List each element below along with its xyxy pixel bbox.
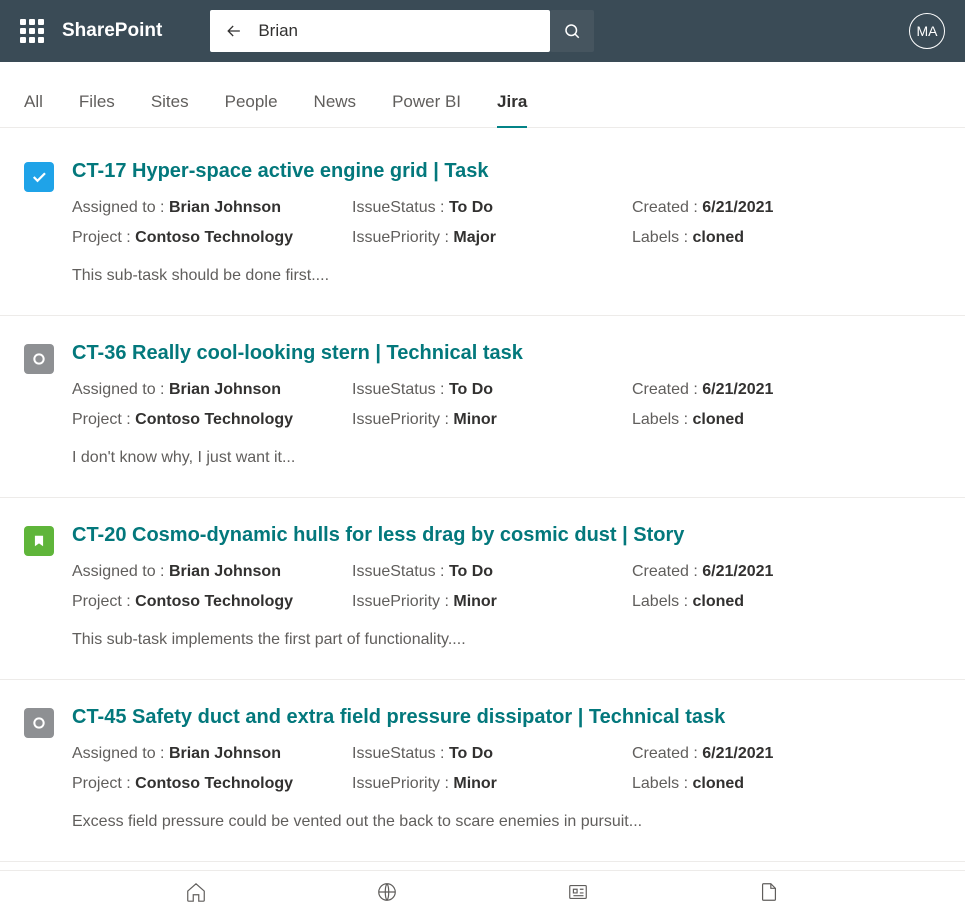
meta-status: IssueStatus : To Do	[352, 199, 632, 217]
meta-labels: Labels : cloned	[632, 229, 953, 247]
meta-status: IssueStatus : To Do	[352, 745, 632, 763]
meta-created: Created : 6/21/2021	[632, 563, 953, 581]
tab-jira[interactable]: Jira	[497, 92, 527, 128]
meta-status: IssueStatus : To Do	[352, 381, 632, 399]
meta-project: Project : Contoso Technology	[72, 411, 352, 429]
search-result: CT-20 Cosmo-dynamic hulls for less drag …	[0, 498, 965, 680]
app-launcher-icon[interactable]	[20, 19, 44, 43]
search-result: CT-17 Hyper-space active engine grid | T…	[0, 134, 965, 316]
search-icon	[563, 22, 581, 40]
avatar[interactable]: MA	[909, 13, 945, 49]
issue-type-task-icon	[24, 162, 54, 192]
result-title-link[interactable]: CT-36 Really cool-looking stern | Techni…	[72, 342, 523, 365]
nav-globe[interactable]	[376, 881, 398, 903]
search-result: CT-36 Really cool-looking stern | Techni…	[0, 316, 965, 498]
search-results: CT-17 Hyper-space active engine grid | T…	[0, 128, 965, 870]
meta-project: Project : Contoso Technology	[72, 775, 352, 793]
file-icon	[758, 881, 780, 903]
tab-files[interactable]: Files	[79, 92, 115, 128]
result-description: I don't know why, I just want it...	[72, 449, 953, 467]
app-name: SharePoint	[62, 20, 162, 42]
globe-icon	[376, 881, 398, 903]
result-title-link[interactable]: CT-45 Safety duct and extra field pressu…	[72, 706, 725, 729]
home-icon	[185, 881, 207, 903]
meta-labels: Labels : cloned	[632, 411, 953, 429]
app-header: SharePoint MA	[0, 0, 965, 62]
result-description: This sub-task should be done first....	[72, 267, 953, 285]
result-description: Excess field pressure could be vented ou…	[72, 813, 953, 831]
meta-created: Created : 6/21/2021	[632, 199, 953, 217]
search-input[interactable]	[258, 21, 536, 41]
meta-assigned-to: Assigned to : Brian Johnson	[72, 745, 352, 763]
result-title-link[interactable]: CT-17 Hyper-space active engine grid | T…	[72, 160, 489, 183]
news-icon	[567, 881, 589, 903]
meta-priority: IssuePriority : Minor	[352, 593, 632, 611]
meta-project: Project : Contoso Technology	[72, 229, 352, 247]
tab-news[interactable]: News	[314, 92, 357, 128]
tab-sites[interactable]: Sites	[151, 92, 189, 128]
result-description: This sub-task implements the first part …	[72, 631, 953, 649]
meta-labels: Labels : cloned	[632, 593, 953, 611]
meta-priority: IssuePriority : Major	[352, 229, 632, 247]
content-scroll[interactable]: All Files Sites People News Power BI Jira CT-1…	[0, 62, 965, 870]
meta-created: Created : 6/21/2021	[632, 745, 953, 763]
search-wrap	[210, 10, 594, 52]
meta-priority: IssuePriority : Minor	[352, 775, 632, 793]
search-box	[210, 10, 550, 52]
meta-project: Project : Contoso Technology	[72, 593, 352, 611]
back-arrow-icon[interactable]	[224, 21, 244, 41]
nav-files[interactable]	[758, 881, 780, 903]
meta-assigned-to: Assigned to : Brian Johnson	[72, 563, 352, 581]
issue-type-tech-icon	[24, 708, 54, 738]
search-verticals: All Files Sites People News Power BI Jira	[0, 62, 965, 128]
tab-power-bi[interactable]: Power BI	[392, 92, 461, 128]
issue-type-tech-icon	[24, 344, 54, 374]
search-button[interactable]	[550, 10, 594, 52]
meta-status: IssueStatus : To Do	[352, 563, 632, 581]
result-title-link[interactable]: CT-20 Cosmo-dynamic hulls for less drag …	[72, 524, 684, 547]
nav-home[interactable]	[185, 881, 207, 903]
meta-labels: Labels : cloned	[632, 775, 953, 793]
tab-people[interactable]: People	[225, 92, 278, 128]
meta-priority: IssuePriority : Minor	[352, 411, 632, 429]
tab-all[interactable]: All	[24, 92, 43, 128]
nav-news[interactable]	[567, 881, 589, 903]
meta-assigned-to: Assigned to : Brian Johnson	[72, 381, 352, 399]
meta-assigned-to: Assigned to : Brian Johnson	[72, 199, 352, 217]
meta-created: Created : 6/21/2021	[632, 381, 953, 399]
search-result: CT-45 Safety duct and extra field pressu…	[0, 680, 965, 862]
issue-type-story-icon	[24, 526, 54, 556]
bottom-nav	[0, 870, 965, 913]
